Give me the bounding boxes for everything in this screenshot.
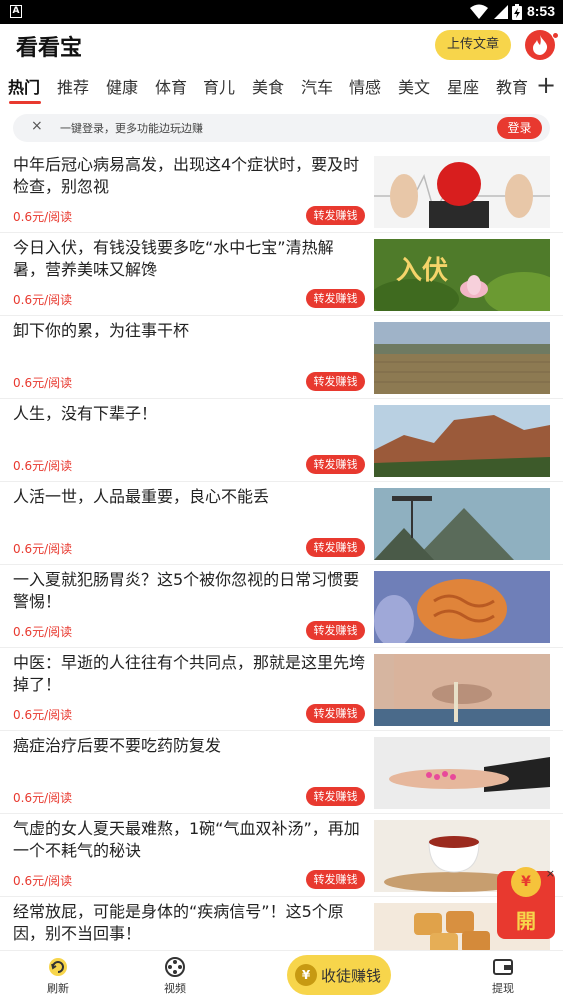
list-item[interactable]: 卸下你的累，为往事干杯 0.6元/阅读 转发赚钱 (0, 316, 563, 399)
tab-education[interactable]: 教育 (496, 74, 528, 98)
nav-video[interactable]: 视频 (145, 956, 205, 996)
share-earn-button[interactable]: 转发赚钱 (306, 704, 365, 723)
article-title[interactable]: 人生，没有下辈子！ (13, 403, 365, 425)
thumbnail-caption: 入伏 (396, 256, 448, 286)
hot-fire-button[interactable] (525, 30, 559, 60)
list-item[interactable]: 中年后冠心病易高发，出现这4个症状时，要及时检查，别忽视 0.6元/阅读 转发赚… (0, 150, 563, 233)
tab-cars[interactable]: 汽车 (301, 74, 333, 98)
article-title[interactable]: 卸下你的累，为往事干杯 (13, 320, 365, 342)
list-item[interactable]: 癌症治疗后要不要吃药防复发 0.6元/阅读 转发赚钱 (0, 731, 563, 814)
wallet-icon (493, 959, 513, 975)
red-packet-body[interactable]: ¥ 開 (497, 867, 555, 939)
list-item[interactable]: 人生，没有下辈子！ 0.6元/阅读 转发赚钱 (0, 399, 563, 482)
close-icon[interactable]: × (546, 867, 555, 880)
nav-withdraw-label: 提现 (492, 982, 514, 995)
coin-icon: ¥ (511, 867, 541, 897)
article-thumbnail[interactable] (374, 737, 550, 809)
reward-rate: 0.6元/阅读 (13, 459, 73, 473)
article-title[interactable]: 气虚的女人夏天最难熬，1碗“气血双补汤”，再加一个不耗气的秘诀 (13, 818, 365, 862)
nav-withdraw[interactable]: 提现 (473, 956, 533, 996)
tab-hot[interactable]: 热门 (8, 74, 40, 98)
article-thumbnail[interactable] (374, 571, 550, 643)
reward-rate: 0.6元/阅读 (13, 376, 73, 390)
list-item[interactable]: 中医：早逝的人往往有个共同点，那就是这里先垮掉了！ 0.6元/阅读 转发赚钱 (0, 648, 563, 731)
article-thumbnail[interactable] (374, 156, 550, 228)
share-earn-button[interactable]: 转发赚钱 (306, 870, 365, 889)
reward-rate: 0.6元/阅读 (13, 791, 73, 805)
list-item[interactable]: 一入夏就犯肠胃炎？这5个被你忽视的日常习惯要警惕！ 0.6元/阅读 转发赚钱 (0, 565, 563, 648)
tab-recommend[interactable]: 推荐 (57, 74, 89, 98)
notification-dot (552, 32, 559, 39)
recruit-earn-label: 收徒赚钱 (321, 967, 382, 985)
reward-rate: 0.6元/阅读 (13, 293, 73, 307)
login-banner: × 一键登录，更多功能边玩边赚 登录 (13, 114, 550, 142)
reward-rate: 0.6元/阅读 (13, 874, 73, 888)
reward-rate: 0.6元/阅读 (13, 708, 73, 722)
clock: 8:53 (526, 3, 555, 19)
tab-emotion[interactable]: 情感 (349, 74, 381, 98)
article-title[interactable]: 一入夏就犯肠胃炎？这5个被你忽视的日常习惯要警惕！ (13, 569, 365, 613)
article-title[interactable]: 癌症治疗后要不要吃药防复发 (13, 735, 365, 757)
red-packet-open-label: 開 (516, 909, 536, 933)
nav-refresh-label: 刷新 (47, 982, 69, 995)
tab-health[interactable]: 健康 (106, 74, 138, 98)
tab-essays[interactable]: 美文 (398, 74, 430, 98)
share-earn-button[interactable]: 转发赚钱 (306, 206, 365, 225)
app-bar: 看看宝 上传文章 (0, 24, 563, 66)
reward-rate: 0.6元/阅读 (13, 210, 73, 224)
close-icon[interactable]: × (31, 118, 43, 134)
nav-refresh[interactable]: 刷新 (28, 956, 88, 996)
article-thumbnail[interactable]: 入伏 (374, 239, 550, 311)
share-earn-button[interactable]: 转发赚钱 (306, 621, 365, 640)
category-tabs: 热门 推荐 健康 体育 育儿 美食 汽车 情感 美文 星座 教育 + (0, 66, 563, 106)
bottom-nav: 刷新 视频 ¥ 收徒赚钱 提现 (0, 950, 563, 1002)
add-tab-button[interactable]: + (536, 73, 556, 97)
reward-rate: 0.6元/阅读 (13, 625, 73, 639)
share-earn-button[interactable]: 转发赚钱 (306, 372, 365, 391)
article-thumbnail[interactable] (374, 654, 550, 726)
tab-horoscope[interactable]: 星座 (447, 74, 479, 98)
article-title[interactable]: 中年后冠心病易高发，出现这4个症状时，要及时检查，别忽视 (13, 154, 365, 198)
coin-icon: ¥ (295, 964, 317, 986)
login-banner-message: 一键登录，更多功能边玩边赚 (60, 122, 203, 135)
share-earn-button[interactable]: 转发赚钱 (306, 289, 365, 308)
battery-icon (512, 4, 522, 20)
article-title[interactable]: 人活一世，人品最重要，良心不能丢 (13, 486, 365, 508)
article-feed: 中年后冠心病易高发，出现这4个症状时，要及时检查，别忽视 0.6元/阅读 转发赚… (0, 150, 563, 980)
signal-icon (494, 5, 508, 19)
status-bar: A 8:53 (0, 0, 563, 24)
app-title: 看看宝 (16, 36, 83, 61)
article-title[interactable]: 今日入伏，有钱没钱要多吃“水中七宝”清热解暑，营养美味又解馋 (13, 237, 365, 281)
tab-parenting[interactable]: 育儿 (203, 74, 235, 98)
wifi-icon (470, 4, 488, 19)
refresh-icon (49, 958, 67, 976)
article-thumbnail[interactable] (374, 488, 550, 560)
article-title[interactable]: 中医：早逝的人往往有个共同点，那就是这里先垮掉了！ (13, 652, 365, 696)
login-button[interactable]: 登录 (497, 117, 542, 139)
recruit-earn-button[interactable]: ¥ 收徒赚钱 (287, 955, 391, 995)
tab-sports[interactable]: 体育 (155, 74, 187, 98)
upload-article-button[interactable]: 上传文章 (435, 30, 511, 60)
list-item[interactable]: 今日入伏，有钱没钱要多吃“水中七宝”清热解暑，营养美味又解馋 0.6元/阅读 转… (0, 233, 563, 316)
article-thumbnail[interactable] (374, 322, 550, 394)
article-thumbnail[interactable] (374, 405, 550, 477)
notification-a-icon: A (10, 5, 22, 18)
video-reel-icon (165, 957, 185, 977)
list-item[interactable]: 人活一世，人品最重要，良心不能丢 0.6元/阅读 转发赚钱 (0, 482, 563, 565)
active-tab-indicator (9, 101, 41, 104)
list-item[interactable]: 气虚的女人夏天最难熬，1碗“气血双补汤”，再加一个不耗气的秘诀 0.6元/阅读 … (0, 814, 563, 897)
share-earn-button[interactable]: 转发赚钱 (306, 455, 365, 474)
share-earn-button[interactable]: 转发赚钱 (306, 538, 365, 557)
nav-video-label: 视频 (164, 982, 186, 995)
article-title[interactable]: 经常放屁，可能是身体的“疾病信号”！这5个原因，别不当回事！ (13, 901, 365, 945)
red-packet-float[interactable]: ¥ 開 × (497, 867, 555, 939)
share-earn-button[interactable]: 转发赚钱 (306, 787, 365, 806)
tab-food[interactable]: 美食 (252, 74, 284, 98)
reward-rate: 0.6元/阅读 (13, 542, 73, 556)
fire-icon (533, 35, 548, 55)
